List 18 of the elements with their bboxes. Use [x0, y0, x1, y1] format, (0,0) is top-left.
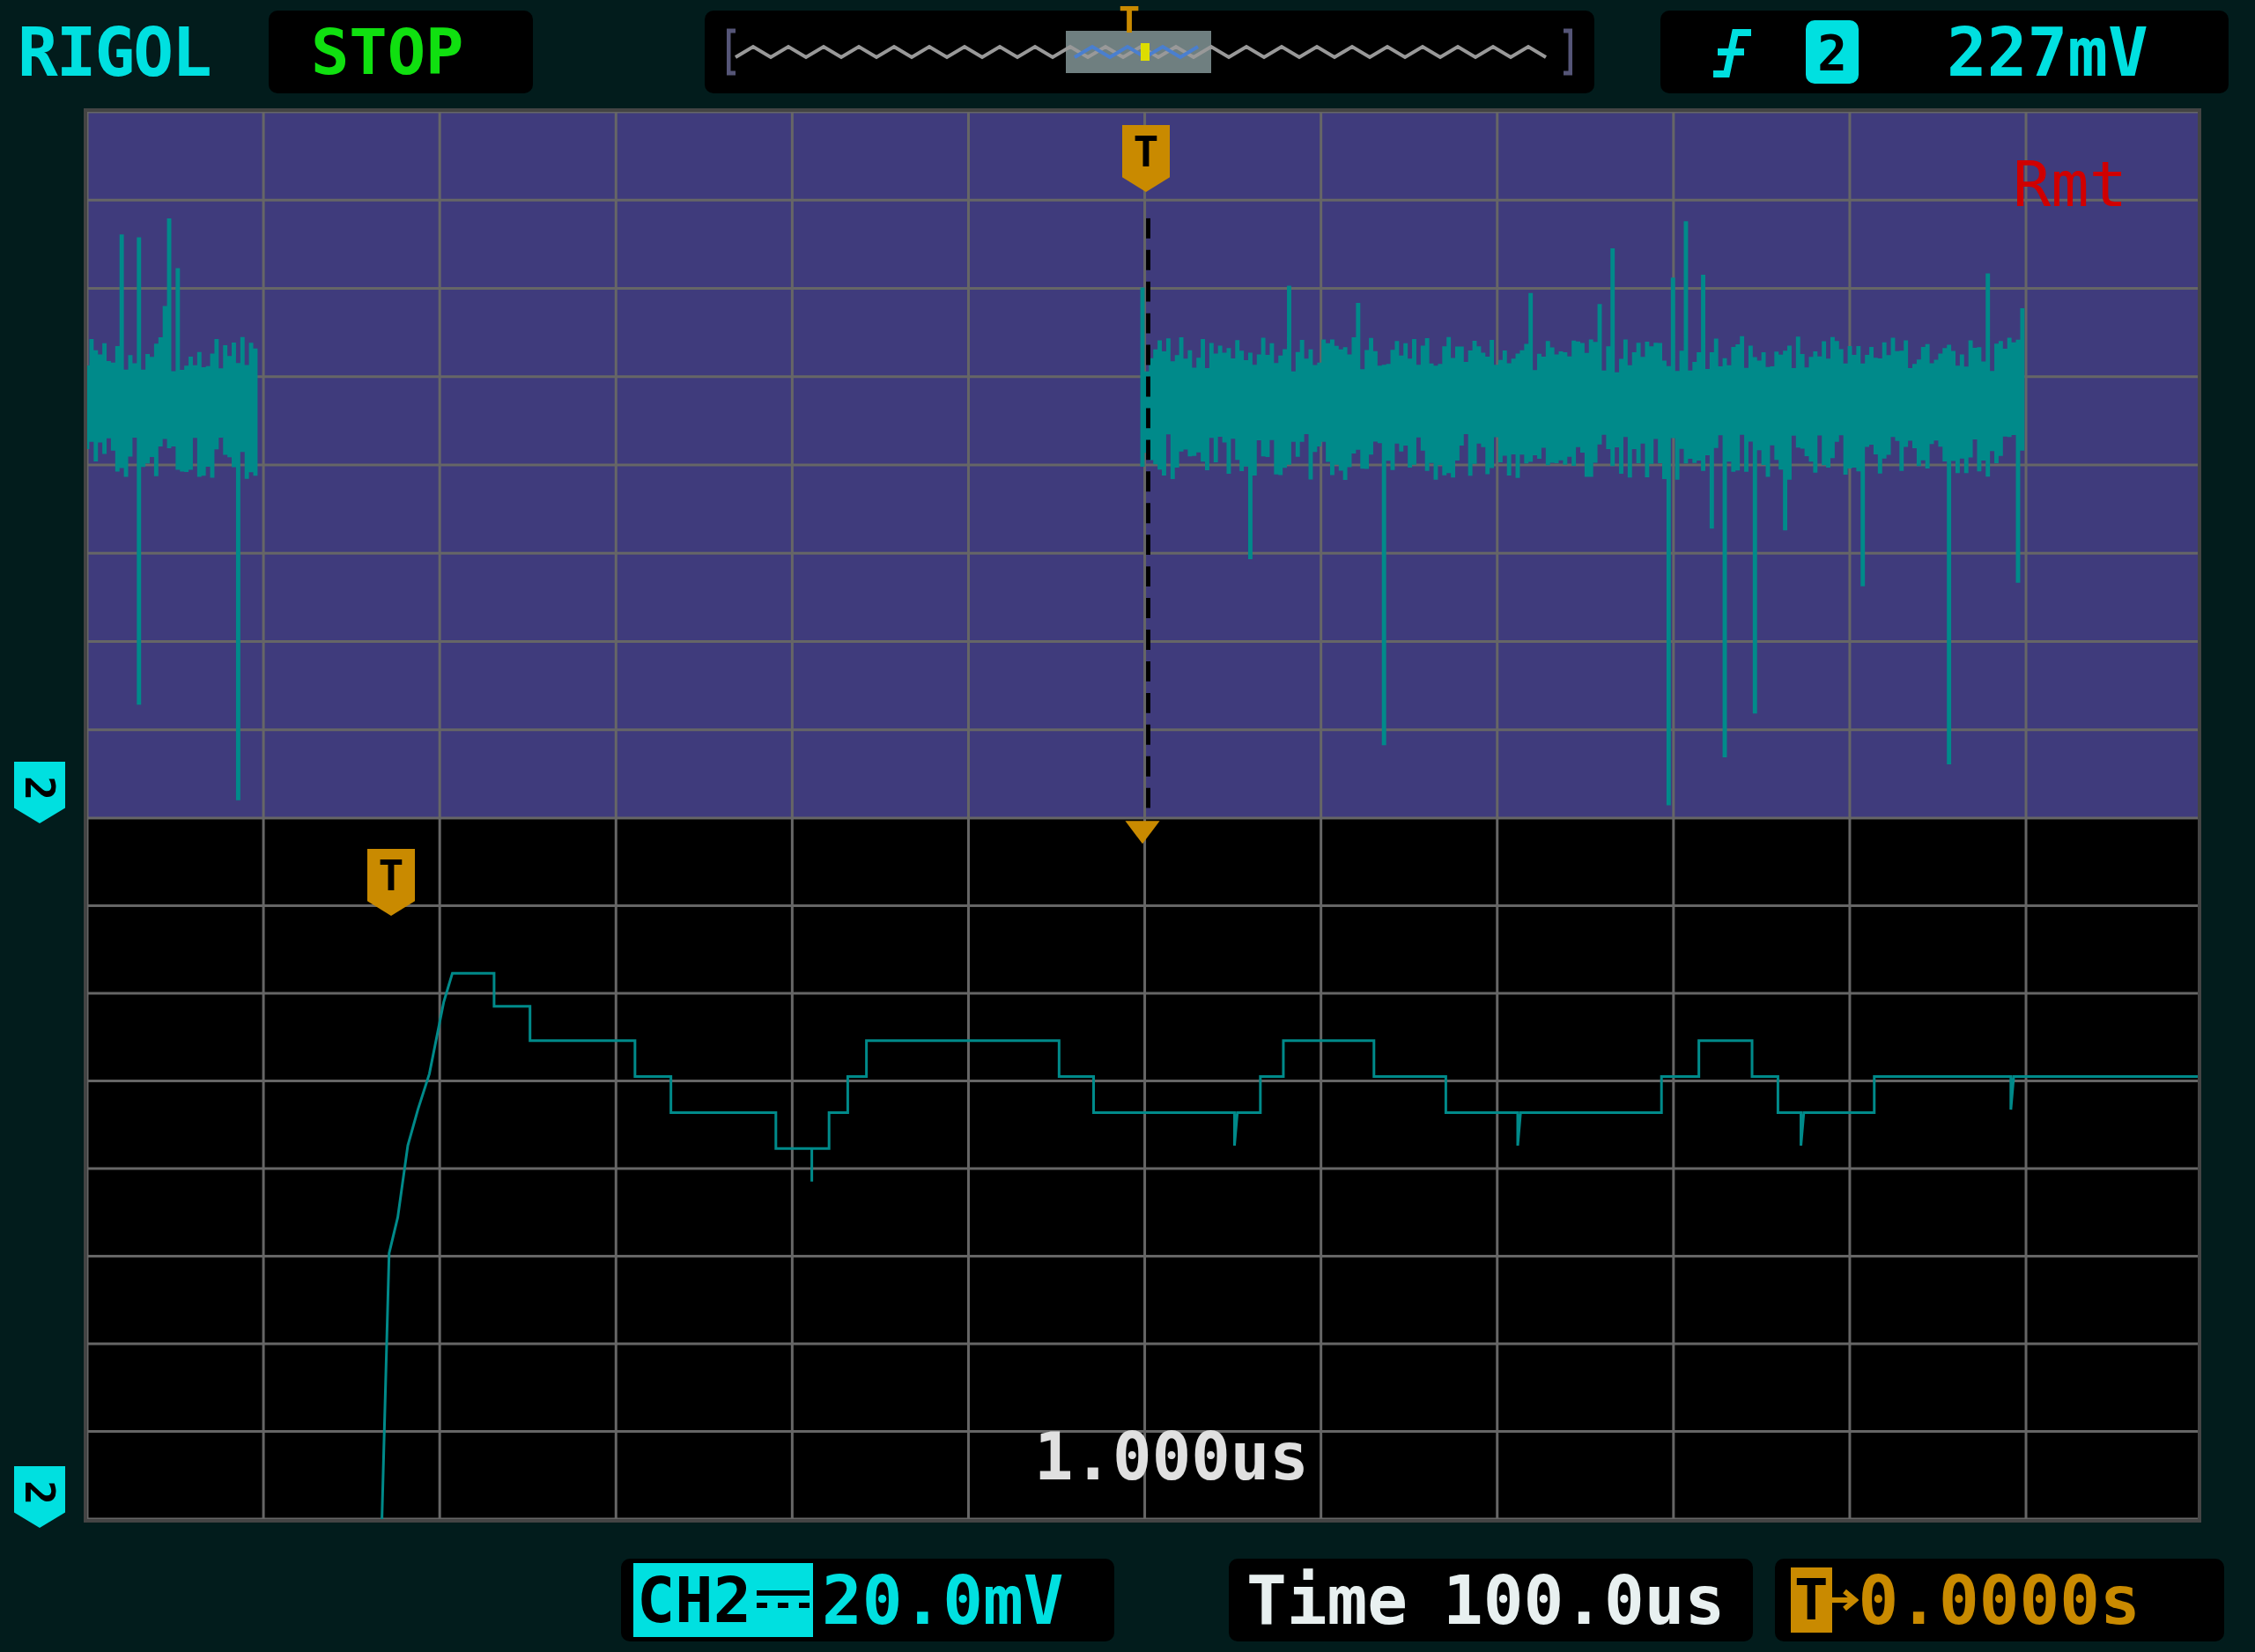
timebase-label: Time [1246, 1560, 1408, 1640]
brand-label: RIGOL [18, 12, 211, 92]
trigger-marker[interactable]: T [1122, 125, 1170, 192]
run-state: STOP [311, 15, 464, 89]
zoom-timebase: 1.000us [1034, 1419, 1309, 1494]
channel-marker[interactable]: 2 [14, 1466, 65, 1528]
trigger-level: 227mV [1947, 12, 2148, 92]
trigger-marker[interactable]: T [367, 849, 415, 916]
trigger-offset-marker: T [1791, 1567, 1832, 1633]
trigger-arrow-icon [1125, 821, 1160, 844]
trigger-offset-value: 0.0000s [1858, 1560, 2140, 1640]
channel-scale: 20.0mV [822, 1560, 1064, 1640]
channel-name: CH2 [633, 1563, 814, 1637]
timeline-trigger-marker: T [1119, 0, 1141, 41]
timebase-value: 100.0us [1443, 1560, 1726, 1640]
channel-marker[interactable]: 2 [14, 762, 65, 823]
trigger-channel: 2 [1806, 20, 1859, 84]
remote-indicator: Rmt [2012, 147, 2127, 221]
